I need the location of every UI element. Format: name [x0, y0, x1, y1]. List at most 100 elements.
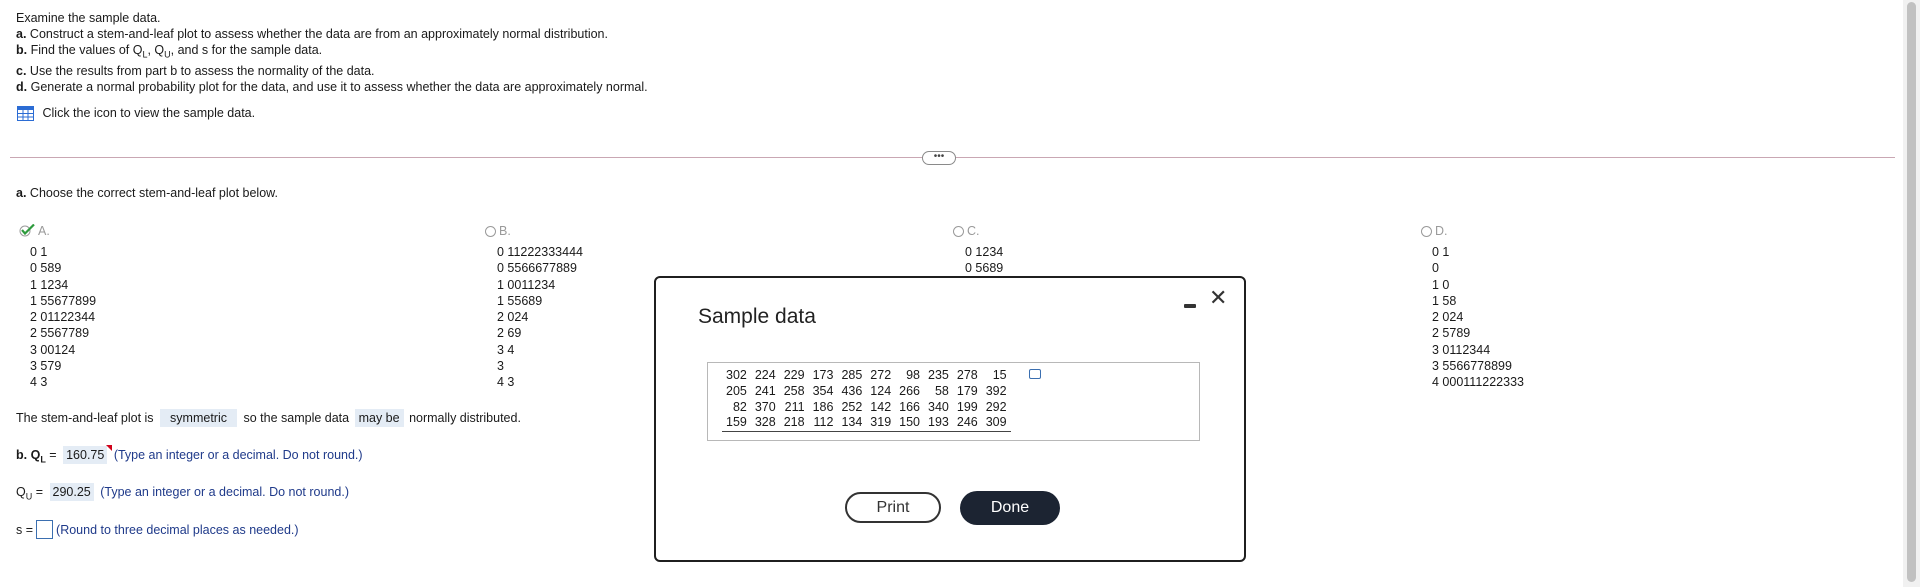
option-c-stem-plot: 0 1234 0 5689: [965, 244, 1003, 277]
option-c-radio[interactable]: C.: [953, 224, 980, 238]
s-input[interactable]: [36, 520, 54, 539]
option-b-stem-plot: 0 11222333444 0 5566677889 1 0011234 1 5…: [497, 244, 583, 391]
stem-row: 0 589: [30, 261, 62, 276]
table-cell: 199: [956, 399, 978, 414]
sample-data-dialog: Sample data ✕ 302 224 229 173 285 272 98 235 278…: [654, 276, 1246, 562]
table-cell: 258: [783, 383, 805, 398]
qu-answer-field[interactable]: 290.25: [49, 483, 94, 501]
instruction-d: d. Generate a normal probability plot fo…: [16, 80, 648, 94]
table-cell: 292: [985, 399, 1007, 414]
instruction-d-text: Generate a normal probability plot for t…: [30, 80, 648, 94]
done-button[interactable]: Done: [960, 491, 1060, 525]
option-c-letter: C.: [967, 224, 980, 238]
table-cell: 370: [754, 399, 776, 414]
copy-icon[interactable]: [1029, 369, 1041, 379]
table-cell: 58: [934, 383, 949, 398]
instruction-d-label: d.: [16, 80, 28, 94]
radio-circle-icon: [1421, 226, 1432, 237]
minimize-icon[interactable]: [1184, 304, 1196, 308]
table-cell: 319: [866, 415, 896, 433]
stem-row: 0 5689: [965, 261, 1004, 276]
instruction-a-text: Construct a stem-and-leaf plot to assess…: [29, 27, 608, 41]
table-cell: 340: [928, 399, 949, 414]
conclusion-sentence: The stem-and-leaf plot is symmetric so t…: [16, 409, 521, 427]
stem-row: 1 1234: [30, 277, 69, 292]
table-cell: 159: [722, 415, 751, 433]
option-b-letter: B.: [499, 224, 511, 238]
stem-row: 2 5567789: [30, 326, 90, 341]
instruction-b-sep: , Q: [147, 43, 165, 57]
table-cell: 134: [837, 415, 867, 433]
option-b-radio[interactable]: B.: [485, 224, 511, 238]
qu-equals: =: [35, 485, 44, 499]
stem-row: 4 3: [497, 375, 515, 390]
option-d-radio[interactable]: D.: [1421, 224, 1448, 238]
checked-radio-icon: [19, 223, 36, 237]
stem-row: 1 55689: [497, 293, 543, 308]
stem-row: 3 4: [497, 342, 515, 357]
stem-row: 1 55677899: [30, 293, 97, 308]
print-button[interactable]: Print: [845, 492, 941, 523]
conclusion-pre: The stem-and-leaf plot is: [16, 411, 154, 425]
instruction-b-label: b.: [16, 43, 28, 57]
question-a-text: Choose the correct stem-and-leaf plot be…: [29, 186, 278, 200]
normality-dropdown[interactable]: may be: [354, 409, 404, 427]
table-cell: 186: [812, 399, 834, 414]
sample-data-table-box: 302 224 229 173 285 272 98 235 278 15 205 241 258 354…: [707, 362, 1200, 441]
table-row: 205 241 258 354 436 124 266 58 179 392: [722, 384, 1011, 400]
stem-row: 2 69: [497, 326, 522, 341]
ql-answer-field[interactable]: 160.75: [63, 445, 113, 464]
view-data-row[interactable]: Click the icon to view the sample data.: [17, 106, 255, 122]
stem-row: 2 5789: [1432, 326, 1471, 341]
stem-row: 4 000111222333: [1432, 375, 1524, 390]
shape-dropdown[interactable]: symmetric: [160, 409, 237, 427]
stem-row: 0 1: [30, 245, 48, 259]
table-cell: 124: [870, 383, 892, 398]
stem-row: 3 579: [30, 359, 62, 374]
table-cell: 235: [928, 368, 949, 382]
instruction-a-label: a.: [16, 27, 27, 41]
stem-row: 4 3: [30, 375, 48, 390]
stem-row: 0 5566677889: [497, 261, 577, 276]
table-cell: 436: [841, 383, 863, 398]
instruction-a: a. Construct a stem-and-leaf plot to ass…: [16, 27, 608, 41]
table-row: 159 328 218 112 134 319 150 193 246 309: [722, 415, 1011, 433]
stem-row: 1 0: [1432, 277, 1450, 292]
table-cell: 252: [841, 399, 863, 414]
stem-row: 2 01122344: [30, 310, 96, 325]
table-cell: 309: [981, 415, 1011, 433]
ql-equals: =: [49, 448, 57, 462]
qu-hint: (Type an integer or a decimal. Do not ro…: [100, 485, 349, 499]
instruction-c-text: Use the results from part b to assess th…: [29, 64, 375, 78]
close-icon[interactable]: ✕: [1209, 287, 1227, 309]
page-scrollbar[interactable]: [1903, 0, 1920, 587]
option-a-stem-plot: 0 1 0 589 1 1234 1 55677899 2 01122344 2…: [30, 244, 96, 391]
option-a-radio[interactable]: A.: [19, 223, 50, 238]
view-data-link[interactable]: Click the icon to view the sample data.: [42, 106, 255, 120]
table-cell: 82: [732, 399, 747, 414]
instruction-c-label: c.: [16, 64, 27, 78]
more-button[interactable]: •••: [922, 151, 956, 165]
question-a-prompt: a. Choose the correct stem-and-leaf plot…: [16, 186, 278, 200]
table-cell: 112: [808, 415, 838, 433]
scrollbar-thumb[interactable]: [1907, 2, 1916, 582]
table-cell: 211: [784, 399, 805, 414]
stem-row: 1 0011234: [497, 277, 556, 292]
table-cell: 205: [726, 383, 747, 398]
s-label: s =: [16, 523, 34, 537]
stem-row: 3 00124: [30, 342, 76, 357]
qu-row: QU = 290.25 (Type an integer or a decima…: [16, 483, 349, 502]
table-grid-icon[interactable]: [17, 106, 34, 122]
stem-row: 0 1234: [965, 245, 1004, 259]
table-cell: 272: [870, 368, 892, 382]
table-cell: 218: [779, 415, 809, 433]
dialog-title: Sample data: [698, 305, 816, 328]
table-cell: 266: [899, 383, 921, 398]
stem-row: 2 024: [497, 310, 529, 325]
s-row: s = (Round to three decimal places as nee…: [16, 520, 299, 539]
table-cell: 241: [754, 383, 776, 398]
stem-row: 3 0112344: [1432, 342, 1491, 357]
stem-row: 0 1: [1432, 245, 1450, 259]
instruction-b: b. Find the values of QL, QU, and s for …: [16, 43, 322, 60]
table-cell: 179: [956, 383, 978, 398]
